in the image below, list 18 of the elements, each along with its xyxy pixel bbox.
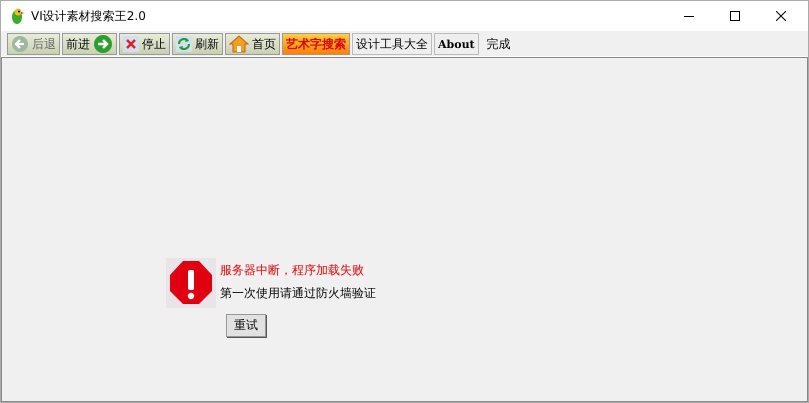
toolbar-button[interactable]: 停止 (119, 33, 170, 55)
error-message: 第一次使用请通过防火墙验证 (220, 285, 376, 302)
toolbar-button[interactable]: 刷新 (172, 33, 223, 55)
parrot-icon (9, 7, 25, 25)
toolbar-button[interactable]: 前进 (62, 33, 117, 55)
toolbar-button[interactable]: 首页 (225, 33, 280, 55)
retry-button[interactable]: 重试 (226, 314, 266, 337)
window-title: VI设计素材搜索王2.0 (31, 8, 146, 24)
cross-icon (123, 36, 139, 52)
close-icon[interactable] (776, 11, 786, 21)
house-icon (229, 35, 249, 53)
refresh-icon (176, 36, 192, 52)
maximize-icon[interactable] (730, 11, 740, 21)
error-title: 服务器中断，程序加载失败 (220, 262, 364, 279)
status-text: 完成 (486, 36, 511, 52)
error-icon (166, 258, 216, 308)
toolbar-button[interactable]: 设计工具大全 (352, 33, 432, 55)
toolbar-button[interactable]: About (434, 33, 479, 55)
